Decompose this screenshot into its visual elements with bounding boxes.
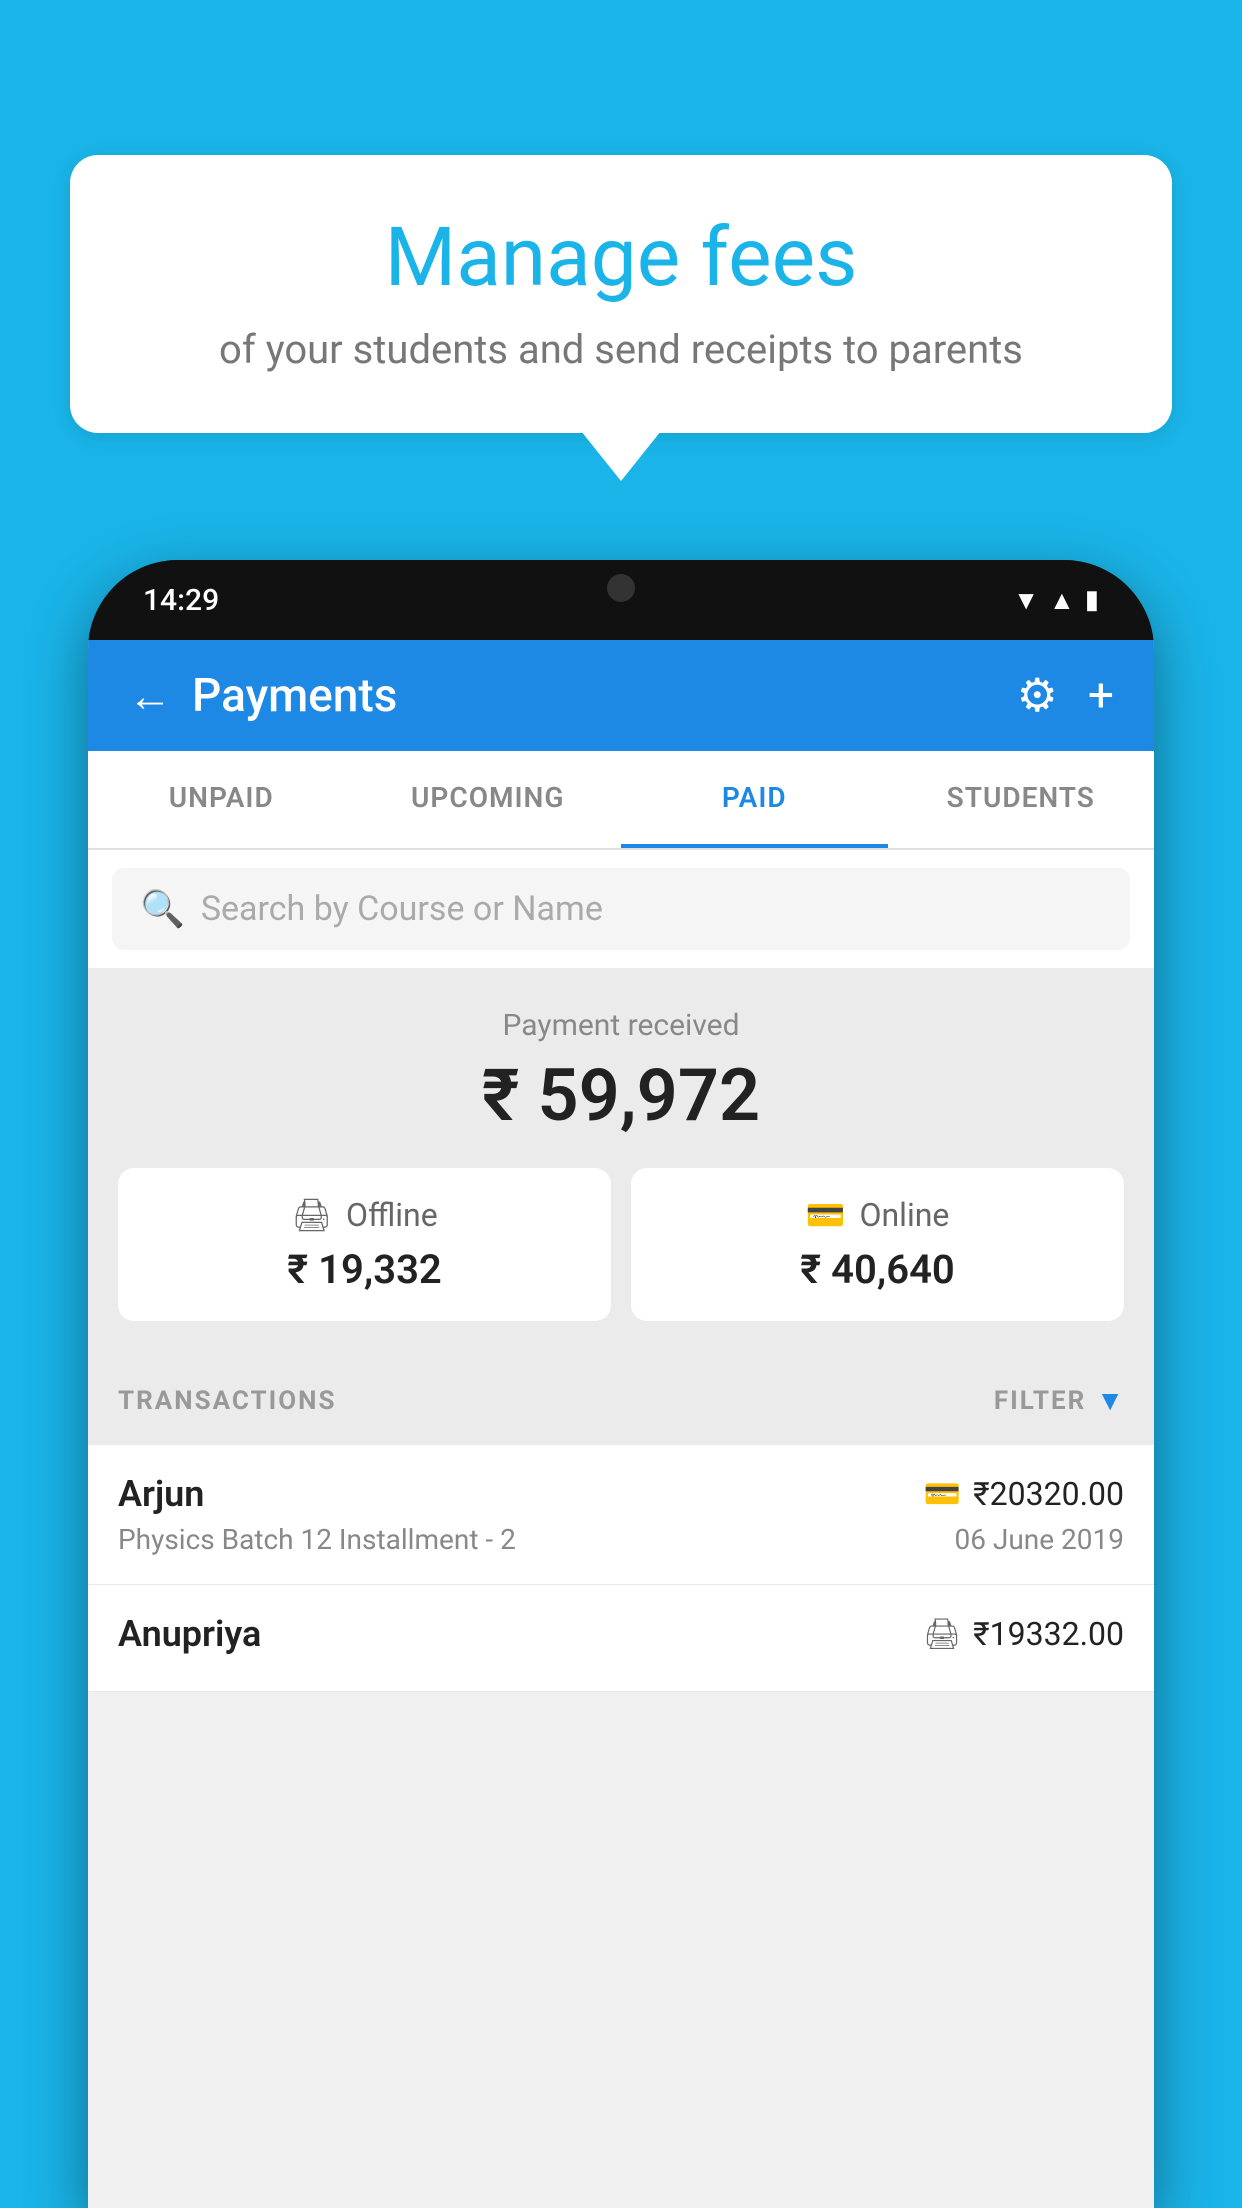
status-bar: 14:29 ▼ ▲ ▮ xyxy=(88,560,1154,640)
payment-cards: 🖨 Offline ₹ 19,332 💳 Online ₹ 40,640 xyxy=(118,1168,1124,1321)
total-amount: ₹ 59,972 xyxy=(118,1053,1124,1138)
filter-container[interactable]: FILTER ▼ xyxy=(994,1384,1124,1417)
transaction-amount-container: 💳 ₹20320.00 xyxy=(924,1475,1124,1513)
battery-icon: ▮ xyxy=(1085,585,1099,615)
search-container: 🔍 Search by Course or Name xyxy=(88,850,1154,968)
phone-frame: 14:29 ▼ ▲ ▮ ← Payments ⚙ + UNPAID UPCOMI… xyxy=(88,560,1154,2208)
header-right: ⚙ + xyxy=(1017,668,1114,723)
signal-icon: ▲ xyxy=(1049,585,1075,616)
online-icon: 💳 xyxy=(806,1196,846,1234)
tab-students[interactable]: STUDENTS xyxy=(888,751,1155,848)
transaction-top: Anupriya 🖨 ₹19332.00 xyxy=(118,1613,1124,1655)
transaction-name: Arjun xyxy=(118,1473,204,1515)
payment-type-icon: 🖨 xyxy=(923,1617,961,1652)
offline-card-top: 🖨 Offline xyxy=(138,1196,591,1234)
payment-summary: Payment received ₹ 59,972 🖨 Offline ₹ 19… xyxy=(88,968,1154,1356)
filter-label: FILTER xyxy=(994,1386,1086,1416)
bubble-title: Manage fees xyxy=(130,210,1112,306)
header-left: ← Payments xyxy=(128,669,397,723)
table-row[interactable]: Arjun 💳 ₹20320.00 Physics Batch 12 Insta… xyxy=(88,1445,1154,1585)
filter-icon: ▼ xyxy=(1096,1384,1124,1417)
settings-icon[interactable]: ⚙ xyxy=(1017,668,1058,723)
online-label: Online xyxy=(859,1196,949,1234)
camera xyxy=(607,574,635,602)
offline-icon: 🖨 xyxy=(291,1196,332,1234)
search-icon: 🔍 xyxy=(140,888,185,930)
transaction-date: 06 June 2019 xyxy=(954,1523,1124,1556)
transaction-name: Anupriya xyxy=(118,1613,261,1655)
app-header: ← Payments ⚙ + xyxy=(88,640,1154,751)
speech-bubble: Manage fees of your students and send re… xyxy=(70,155,1172,433)
tab-upcoming[interactable]: UPCOMING xyxy=(355,751,622,848)
payment-received-label: Payment received xyxy=(118,1008,1124,1043)
online-card-top: 💳 Online xyxy=(651,1196,1104,1234)
search-input[interactable]: Search by Course or Name xyxy=(201,889,603,929)
back-button[interactable]: ← xyxy=(128,670,172,722)
bubble-subtitle: of your students and send receipts to pa… xyxy=(130,326,1112,373)
page-title: Payments xyxy=(192,669,397,723)
tabs: UNPAID UPCOMING PAID STUDENTS xyxy=(88,751,1154,850)
offline-amount: ₹ 19,332 xyxy=(138,1246,591,1293)
search-bar[interactable]: 🔍 Search by Course or Name xyxy=(112,868,1130,950)
offline-label: Offline xyxy=(346,1196,438,1234)
payment-type-icon: 💳 xyxy=(924,1477,961,1512)
transaction-top: Arjun 💳 ₹20320.00 xyxy=(118,1473,1124,1515)
table-row[interactable]: Anupriya 🖨 ₹19332.00 xyxy=(88,1585,1154,1692)
transaction-course: Physics Batch 12 Installment - 2 xyxy=(118,1523,516,1556)
phone-notch xyxy=(531,560,711,615)
status-icons: ▼ ▲ ▮ xyxy=(1013,585,1099,616)
tab-paid[interactable]: PAID xyxy=(621,751,888,848)
tab-unpaid[interactable]: UNPAID xyxy=(88,751,355,848)
transaction-bottom: Physics Batch 12 Installment - 2 06 June… xyxy=(118,1523,1124,1556)
phone-time: 14:29 xyxy=(143,583,219,618)
add-button[interactable]: + xyxy=(1088,669,1114,723)
transaction-amount: ₹19332.00 xyxy=(973,1615,1124,1653)
online-card: 💳 Online ₹ 40,640 xyxy=(631,1168,1124,1321)
transactions-label: TRANSACTIONS xyxy=(118,1386,336,1416)
online-amount: ₹ 40,640 xyxy=(651,1246,1104,1293)
transactions-header: TRANSACTIONS FILTER ▼ xyxy=(88,1356,1154,1445)
transaction-amount-container: 🖨 ₹19332.00 xyxy=(923,1615,1124,1653)
wifi-icon: ▼ xyxy=(1013,585,1039,616)
transaction-amount: ₹20320.00 xyxy=(973,1475,1124,1513)
offline-card: 🖨 Offline ₹ 19,332 xyxy=(118,1168,611,1321)
phone-screen: ← Payments ⚙ + UNPAID UPCOMING PAID STUD… xyxy=(88,640,1154,2208)
